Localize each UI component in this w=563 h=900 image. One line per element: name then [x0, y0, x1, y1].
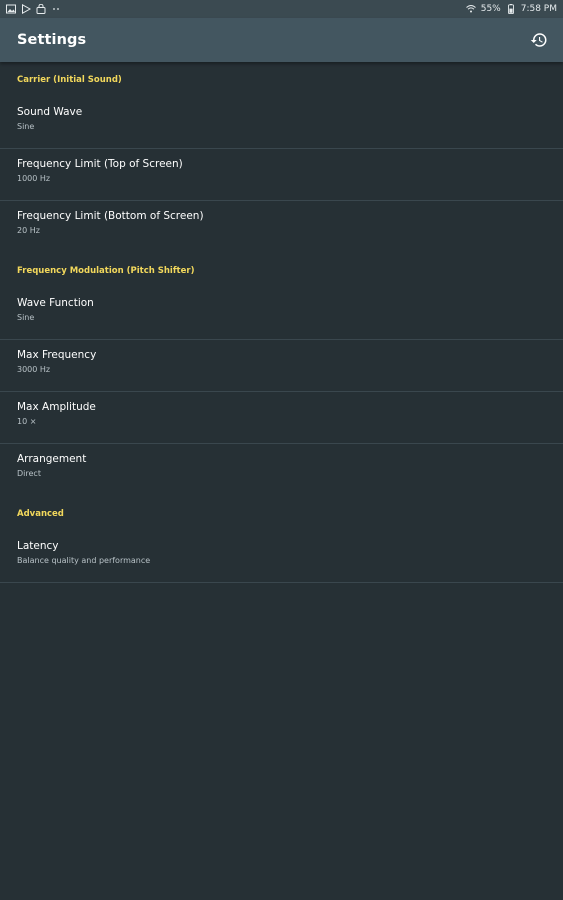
reset-defaults-button[interactable] — [527, 28, 551, 52]
pref-title: Latency — [17, 540, 59, 552]
category-frequency-modulation: Frequency Modulation (Pitch Shifter) — [17, 266, 195, 276]
pref-title: Wave Function — [17, 297, 94, 309]
pref-title: Frequency Limit (Top of Screen) — [17, 158, 183, 170]
pref-sound-wave[interactable]: Sound Wave Sine — [0, 97, 563, 149]
battery-percent: 55% — [480, 4, 501, 14]
pref-title: Arrangement — [17, 453, 87, 465]
pref-frequency-limit-top[interactable]: Frequency Limit (Top of Screen) 1000 Hz — [0, 149, 563, 201]
clock: 7:58 PM — [520, 4, 557, 14]
lock-app-icon — [36, 4, 46, 14]
pref-summary: 20 Hz — [17, 226, 40, 235]
settings-list: Carrier (Initial Sound) Sound Wave Sine … — [0, 62, 563, 583]
pref-title: Sound Wave — [17, 106, 83, 118]
pref-title: Max Amplitude — [17, 401, 96, 413]
category-advanced: Advanced — [17, 509, 64, 519]
pref-latency[interactable]: Latency Balance quality and performance — [0, 531, 563, 583]
pref-max-frequency[interactable]: Max Frequency 3000 Hz — [0, 340, 563, 392]
pref-frequency-limit-bottom[interactable]: Frequency Limit (Bottom of Screen) 20 Hz — [0, 201, 563, 253]
pref-summary: Sine — [17, 313, 35, 322]
pref-summary: Direct — [17, 469, 41, 478]
pref-arrangement[interactable]: Arrangement Direct — [0, 444, 563, 496]
status-left-icons — [6, 4, 61, 14]
status-bar: 55% 7:58 PM — [0, 0, 563, 18]
wifi-icon — [465, 4, 476, 14]
status-right-icons: 55% 7:58 PM — [465, 4, 557, 14]
pref-title: Max Frequency — [17, 349, 97, 361]
app-bar: Settings — [0, 18, 563, 62]
pref-summary: 3000 Hz — [17, 365, 51, 374]
play-store-icon — [21, 4, 31, 14]
pref-summary: Balance quality and performance — [17, 556, 151, 565]
more-dots-icon — [51, 4, 61, 14]
pref-summary: 10 × — [17, 417, 37, 426]
pref-wave-function[interactable]: Wave Function Sine — [0, 288, 563, 340]
pref-title: Frequency Limit (Bottom of Screen) — [17, 210, 204, 222]
restore-icon — [530, 31, 548, 49]
category-carrier: Carrier (Initial Sound) — [17, 75, 122, 85]
pref-summary: 1000 Hz — [17, 174, 51, 183]
image-icon — [6, 4, 16, 14]
battery-icon — [506, 4, 516, 14]
pref-summary: Sine — [17, 122, 35, 131]
pref-max-amplitude[interactable]: Max Amplitude 10 × — [0, 392, 563, 444]
page-title: Settings — [17, 32, 87, 48]
